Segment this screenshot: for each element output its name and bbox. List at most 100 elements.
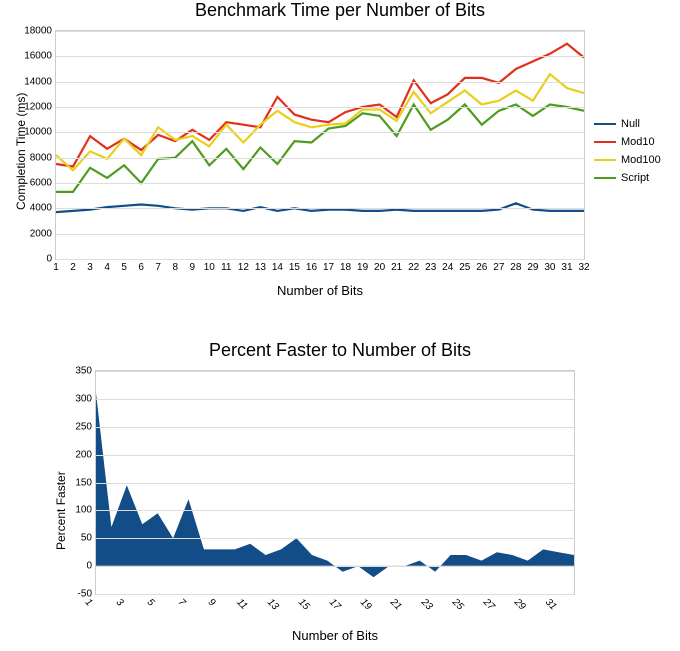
chart1-plot-area: 0200040006000800010000120001400016000180…: [55, 30, 585, 260]
y-tick-label: 50: [81, 533, 96, 544]
y-tick-label: 2000: [30, 228, 56, 239]
x-tick-label: 12: [238, 259, 249, 273]
y-tick-label: 200: [75, 449, 96, 460]
y-tick-label: 16000: [24, 51, 56, 62]
legend-swatch: [594, 177, 616, 179]
gridline: [56, 82, 584, 83]
x-tick-label: 19: [357, 594, 375, 612]
legend-label: Mod10: [621, 136, 655, 148]
y-tick-label: 300: [75, 393, 96, 404]
x-tick-label: 19: [357, 259, 368, 273]
chart1-title: Benchmark Time per Number of Bits: [0, 0, 680, 21]
x-tick-label: 25: [459, 259, 470, 273]
chart1-x-axis-label: Number of Bits: [55, 283, 585, 298]
x-tick-label: 13: [265, 594, 283, 612]
gridline: [96, 538, 574, 539]
gridline: [96, 510, 574, 511]
x-tick-label: 2: [70, 259, 76, 273]
y-tick-label: 150: [75, 477, 96, 488]
legend-swatch: [594, 159, 616, 161]
y-tick-label: 8000: [30, 152, 56, 163]
x-tick-label: 5: [121, 259, 127, 273]
x-tick-label: 26: [476, 259, 487, 273]
legend-swatch: [594, 141, 616, 143]
legend-label: Null: [621, 118, 640, 130]
gridline: [56, 107, 584, 108]
x-tick-label: 32: [578, 259, 589, 273]
x-tick-label: 18: [340, 259, 351, 273]
x-tick-label: 14: [272, 259, 283, 273]
x-tick-label: 11: [221, 259, 231, 273]
chart1-legend: Null Mod10 Mod100 Script: [594, 115, 661, 187]
x-tick-label: 4: [104, 259, 110, 273]
x-tick-label: 9: [206, 594, 221, 609]
x-tick-label: 10: [204, 259, 215, 273]
legend-item: Mod10: [594, 133, 661, 151]
x-tick-label: 23: [419, 594, 437, 612]
y-tick-label: 0: [86, 561, 96, 572]
x-tick-label: 3: [87, 259, 93, 273]
x-tick-label: 17: [323, 259, 334, 273]
x-tick-label: 13: [255, 259, 266, 273]
y-tick-label: 6000: [30, 178, 56, 189]
gridline: [56, 183, 584, 184]
gridline: [96, 483, 574, 484]
y-tick-label: 100: [75, 505, 96, 516]
gridline: [96, 427, 574, 428]
legend-item: Null: [594, 115, 661, 133]
x-tick-label: 1: [53, 259, 59, 273]
x-tick-label: 25: [450, 594, 468, 612]
gridline: [96, 455, 574, 456]
legend-swatch: [594, 123, 616, 125]
gridline: [96, 371, 574, 372]
x-tick-label: 6: [138, 259, 144, 273]
x-tick-label: 21: [388, 594, 406, 612]
x-tick-label: 27: [493, 259, 504, 273]
x-tick-label: 29: [527, 259, 538, 273]
gridline: [56, 31, 584, 32]
gridline: [96, 566, 574, 567]
legend-item: Script: [594, 169, 661, 187]
x-tick-label: 7: [175, 594, 190, 609]
y-tick-label: 250: [75, 421, 96, 432]
gridline: [56, 158, 584, 159]
gridline: [56, 259, 584, 260]
x-tick-label: 8: [172, 259, 178, 273]
legend-item: Mod100: [594, 151, 661, 169]
x-tick-label: 31: [542, 594, 560, 612]
y-tick-label: 18000: [24, 26, 56, 37]
page: Benchmark Time per Number of Bits 020004…: [0, 0, 680, 651]
x-tick-label: 24: [442, 259, 453, 273]
y-tick-label: 350: [75, 366, 96, 377]
chart2-plot-area: -500501001502002503003501357911131517192…: [95, 370, 575, 595]
chart2-title: Percent Faster to Number of Bits: [0, 340, 680, 361]
y-tick-label: 14000: [24, 76, 56, 87]
gridline: [56, 234, 584, 235]
chart2-y-axis-label: Percent Faster: [54, 471, 68, 550]
x-tick-label: 23: [425, 259, 436, 273]
x-tick-label: 3: [113, 594, 128, 609]
x-tick-label: 29: [512, 594, 530, 612]
x-tick-label: 27: [481, 594, 499, 612]
chart2-x-axis-label: Number of Bits: [95, 628, 575, 643]
chart1-y-axis-label: Completion Time (ms): [14, 93, 28, 210]
x-tick-label: 5: [144, 594, 159, 609]
x-tick-label: 9: [189, 259, 195, 273]
legend-label: Script: [621, 172, 649, 184]
x-tick-label: 17: [327, 594, 345, 612]
chart1-svg: [56, 31, 584, 259]
gridline: [96, 399, 574, 400]
x-tick-label: 30: [544, 259, 555, 273]
x-tick-label: 28: [510, 259, 521, 273]
x-tick-label: 16: [306, 259, 317, 273]
y-tick-label: 10000: [24, 127, 56, 138]
x-tick-label: 11: [234, 594, 252, 612]
gridline: [56, 132, 584, 133]
series-area: [96, 393, 574, 577]
y-tick-label: 4000: [30, 203, 56, 214]
x-tick-label: 15: [296, 594, 314, 612]
gridline: [56, 56, 584, 57]
gridline: [56, 208, 584, 209]
y-tick-label: 12000: [24, 102, 56, 113]
x-tick-label: 7: [155, 259, 161, 273]
